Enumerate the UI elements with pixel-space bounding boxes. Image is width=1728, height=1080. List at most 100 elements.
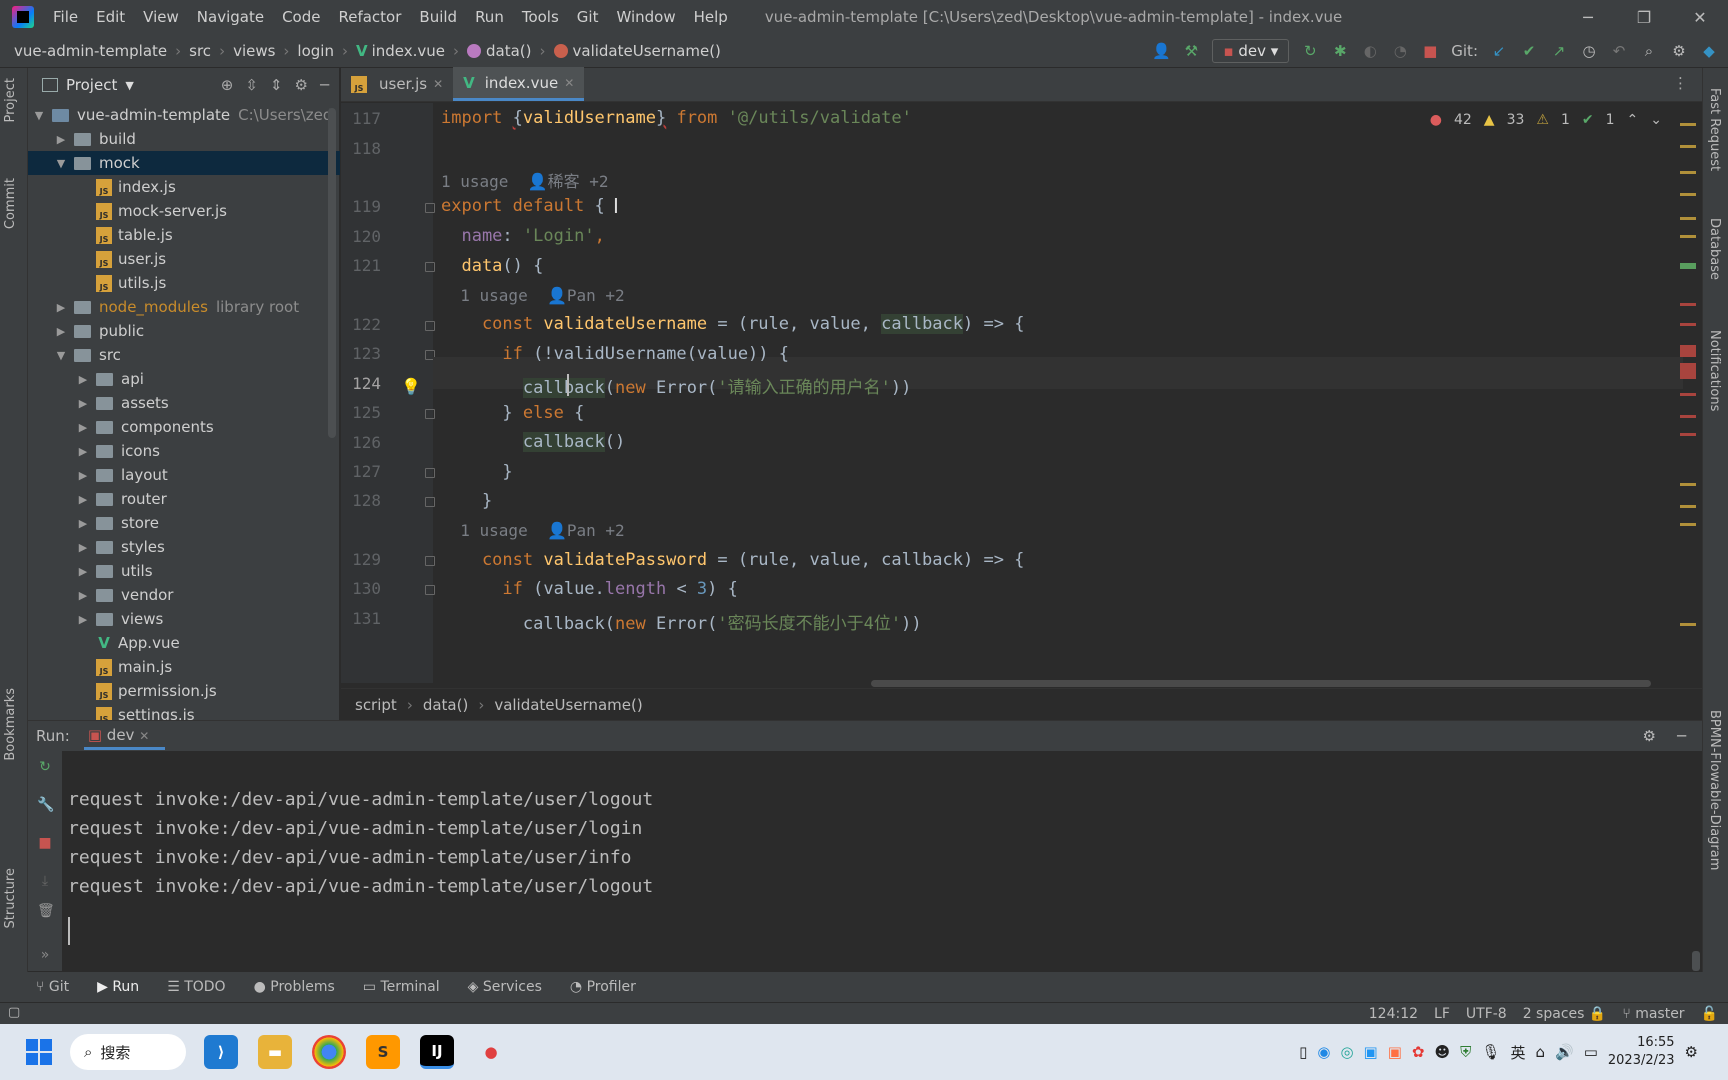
battery-icon[interactable]: ▭ [1584,1043,1598,1061]
taskbar-search[interactable]: ⌕ 搜索 [70,1034,186,1070]
plugin-icon[interactable]: ◆ [1700,42,1718,60]
stripe-mark[interactable] [1680,505,1696,508]
locate-icon[interactable]: ⊕ [221,76,234,94]
bottom-tab-problems[interactable]: ● Problems [254,979,335,995]
stripe-mark[interactable] [1680,303,1696,306]
fold-toggle-icon[interactable] [425,409,435,419]
sublime-text-icon[interactable]: S [366,1035,400,1069]
settings-gear-icon[interactable]: ⚙ [1670,42,1688,60]
rerun-icon[interactable]: ↻ [1301,42,1319,60]
stop-icon[interactable]: ■ [37,835,53,851]
menu-window[interactable]: Window [607,8,684,26]
network-app-icon[interactable]: ◎ [1340,1043,1353,1061]
tree-item[interactable]: ▶ styles [28,535,340,559]
menu-code[interactable]: Code [273,8,329,26]
tool-tab-commit[interactable]: Commit [3,178,18,229]
chevron-right-icon[interactable]: ▶ [76,565,90,578]
status-encoding[interactable]: UTF-8 [1466,1006,1507,1022]
stripe-mark[interactable] [1680,193,1696,196]
gear-icon[interactable]: ⚙ [295,76,308,94]
chevron-right-icon[interactable]: ▶ [76,373,90,386]
close-tab-icon[interactable]: ✕ [433,77,443,91]
more-options-icon[interactable]: ⋮ [1673,74,1688,92]
fold-toggle-icon[interactable] [425,203,435,213]
bottom-tab-git[interactable]: ⑂ Git [36,979,69,995]
usb-icon[interactable]: ▯ [1299,1043,1307,1061]
tray-app-icon[interactable]: ▣ [1364,1043,1378,1061]
tree-item[interactable]: JS permission.js [28,679,340,703]
hide-icon[interactable]: ─ [320,76,329,94]
nav-crumb-data[interactable]: data() [486,42,532,60]
tree-item[interactable]: ▶ api [28,367,340,391]
nav-crumb-project[interactable]: vue-admin-template [14,42,167,60]
tab-user-js[interactable]: JS user.js ✕ [341,67,453,101]
intellij-logo-icon[interactable] [12,6,34,28]
code-crumb-data[interactable]: data() [423,696,469,714]
stripe-mark[interactable] [1680,415,1696,418]
menu-run[interactable]: Run [466,8,513,26]
git-push-icon[interactable]: ↗ [1550,42,1568,60]
project-scrollbar[interactable] [328,108,336,438]
run-tab-dev[interactable]: ▣ dev ✕ [83,722,166,750]
fold-toggle-icon[interactable] [425,556,435,566]
menu-refactor[interactable]: Refactor [329,8,410,26]
nav-crumb-function[interactable]: validateUsername() [573,42,721,60]
menu-help[interactable]: Help [685,8,737,26]
tree-item[interactable]: ▶ build [28,127,340,151]
chevron-up-icon[interactable]: ⌃ [1627,112,1639,128]
menu-navigate[interactable]: Navigate [188,8,273,26]
qq-icon[interactable]: ☻ [1435,1043,1451,1061]
windows-start-icon[interactable] [22,1035,56,1069]
bottom-tab-run[interactable]: ▶ Run [97,979,139,995]
horizontal-scrollbar[interactable] [871,680,1651,687]
search-icon[interactable]: ⌕ [1640,42,1658,60]
tool-tab-database[interactable]: Database [1707,218,1722,280]
tree-item[interactable]: JS main.js [28,655,340,679]
close-tab-icon[interactable]: ✕ [564,76,574,90]
stripe-mark[interactable] [1680,171,1696,174]
close-tab-icon[interactable]: ✕ [139,729,149,743]
volume-icon[interactable]: 🔊 [1555,1043,1574,1061]
scroll-to-end-icon[interactable]: ⤓ [37,873,53,889]
tool-tab-bookmarks[interactable]: Bookmarks [3,688,18,761]
inspection-widget[interactable]: ● 42 ▲ 33 ⚠ 1 ✔ 1 ⌃ ⌄ [1430,112,1662,128]
git-update-icon[interactable]: ↙ [1490,42,1508,60]
status-position[interactable]: 124:12 [1369,1006,1418,1022]
chevron-right-icon[interactable]: ▶ [54,325,68,338]
stripe-mark[interactable] [1680,263,1696,269]
stripe-mark[interactable] [1680,323,1696,326]
intention-bulb-icon[interactable]: 💡 [401,377,421,396]
tree-item[interactable]: ▶ views [28,607,340,631]
wrench-icon[interactable]: 🔧 [37,797,54,813]
stripe-mark[interactable] [1680,123,1696,126]
stripe-mark[interactable] [1680,363,1696,379]
chevron-right-icon[interactable]: ▶ [76,445,90,458]
menu-view[interactable]: View [134,8,188,26]
tree-item[interactable]: ▶ icons [28,439,340,463]
gear-icon[interactable]: ⚙ [1643,727,1656,745]
tree-item[interactable]: ▼ mock [28,151,340,175]
edge-icon[interactable]: ◉ [1317,1043,1330,1061]
expand-all-icon[interactable]: ⇳ [245,76,258,94]
fold-toggle-icon[interactable] [425,468,435,478]
menu-tools[interactable]: Tools [513,8,568,26]
status-indent[interactable]: 2 spaces 🔒 [1523,1006,1607,1022]
usage-hint[interactable]: 1 usage 👤稀客 +2 [441,168,609,192]
chrome-icon[interactable] [312,1035,346,1069]
console-scrollbar[interactable] [1692,951,1700,971]
stop-icon[interactable]: ■ [1421,42,1439,60]
tree-item[interactable]: ▶ components [28,415,340,439]
tree-item[interactable]: JS table.js [28,223,340,247]
tree-item[interactable]: ▶ vendor [28,583,340,607]
vscode-icon[interactable]: ⟩ [204,1035,238,1069]
tree-item[interactable]: ▶ node_modules library root [28,295,340,319]
chevron-right-icon[interactable]: ▶ [76,613,90,626]
fold-toggle-icon[interactable] [425,497,435,507]
profile-icon[interactable]: ◔ [1391,42,1409,60]
build-hammer-icon[interactable]: ⚒ [1182,42,1200,60]
tree-item[interactable]: ▶ utils [28,559,340,583]
trash-icon[interactable]: 🗑 [37,903,55,919]
chevron-down-icon[interactable]: ▼ [32,109,46,122]
restore-icon[interactable]: ❐ [1616,0,1672,34]
network-icon[interactable]: ⌂ [1535,1043,1545,1061]
